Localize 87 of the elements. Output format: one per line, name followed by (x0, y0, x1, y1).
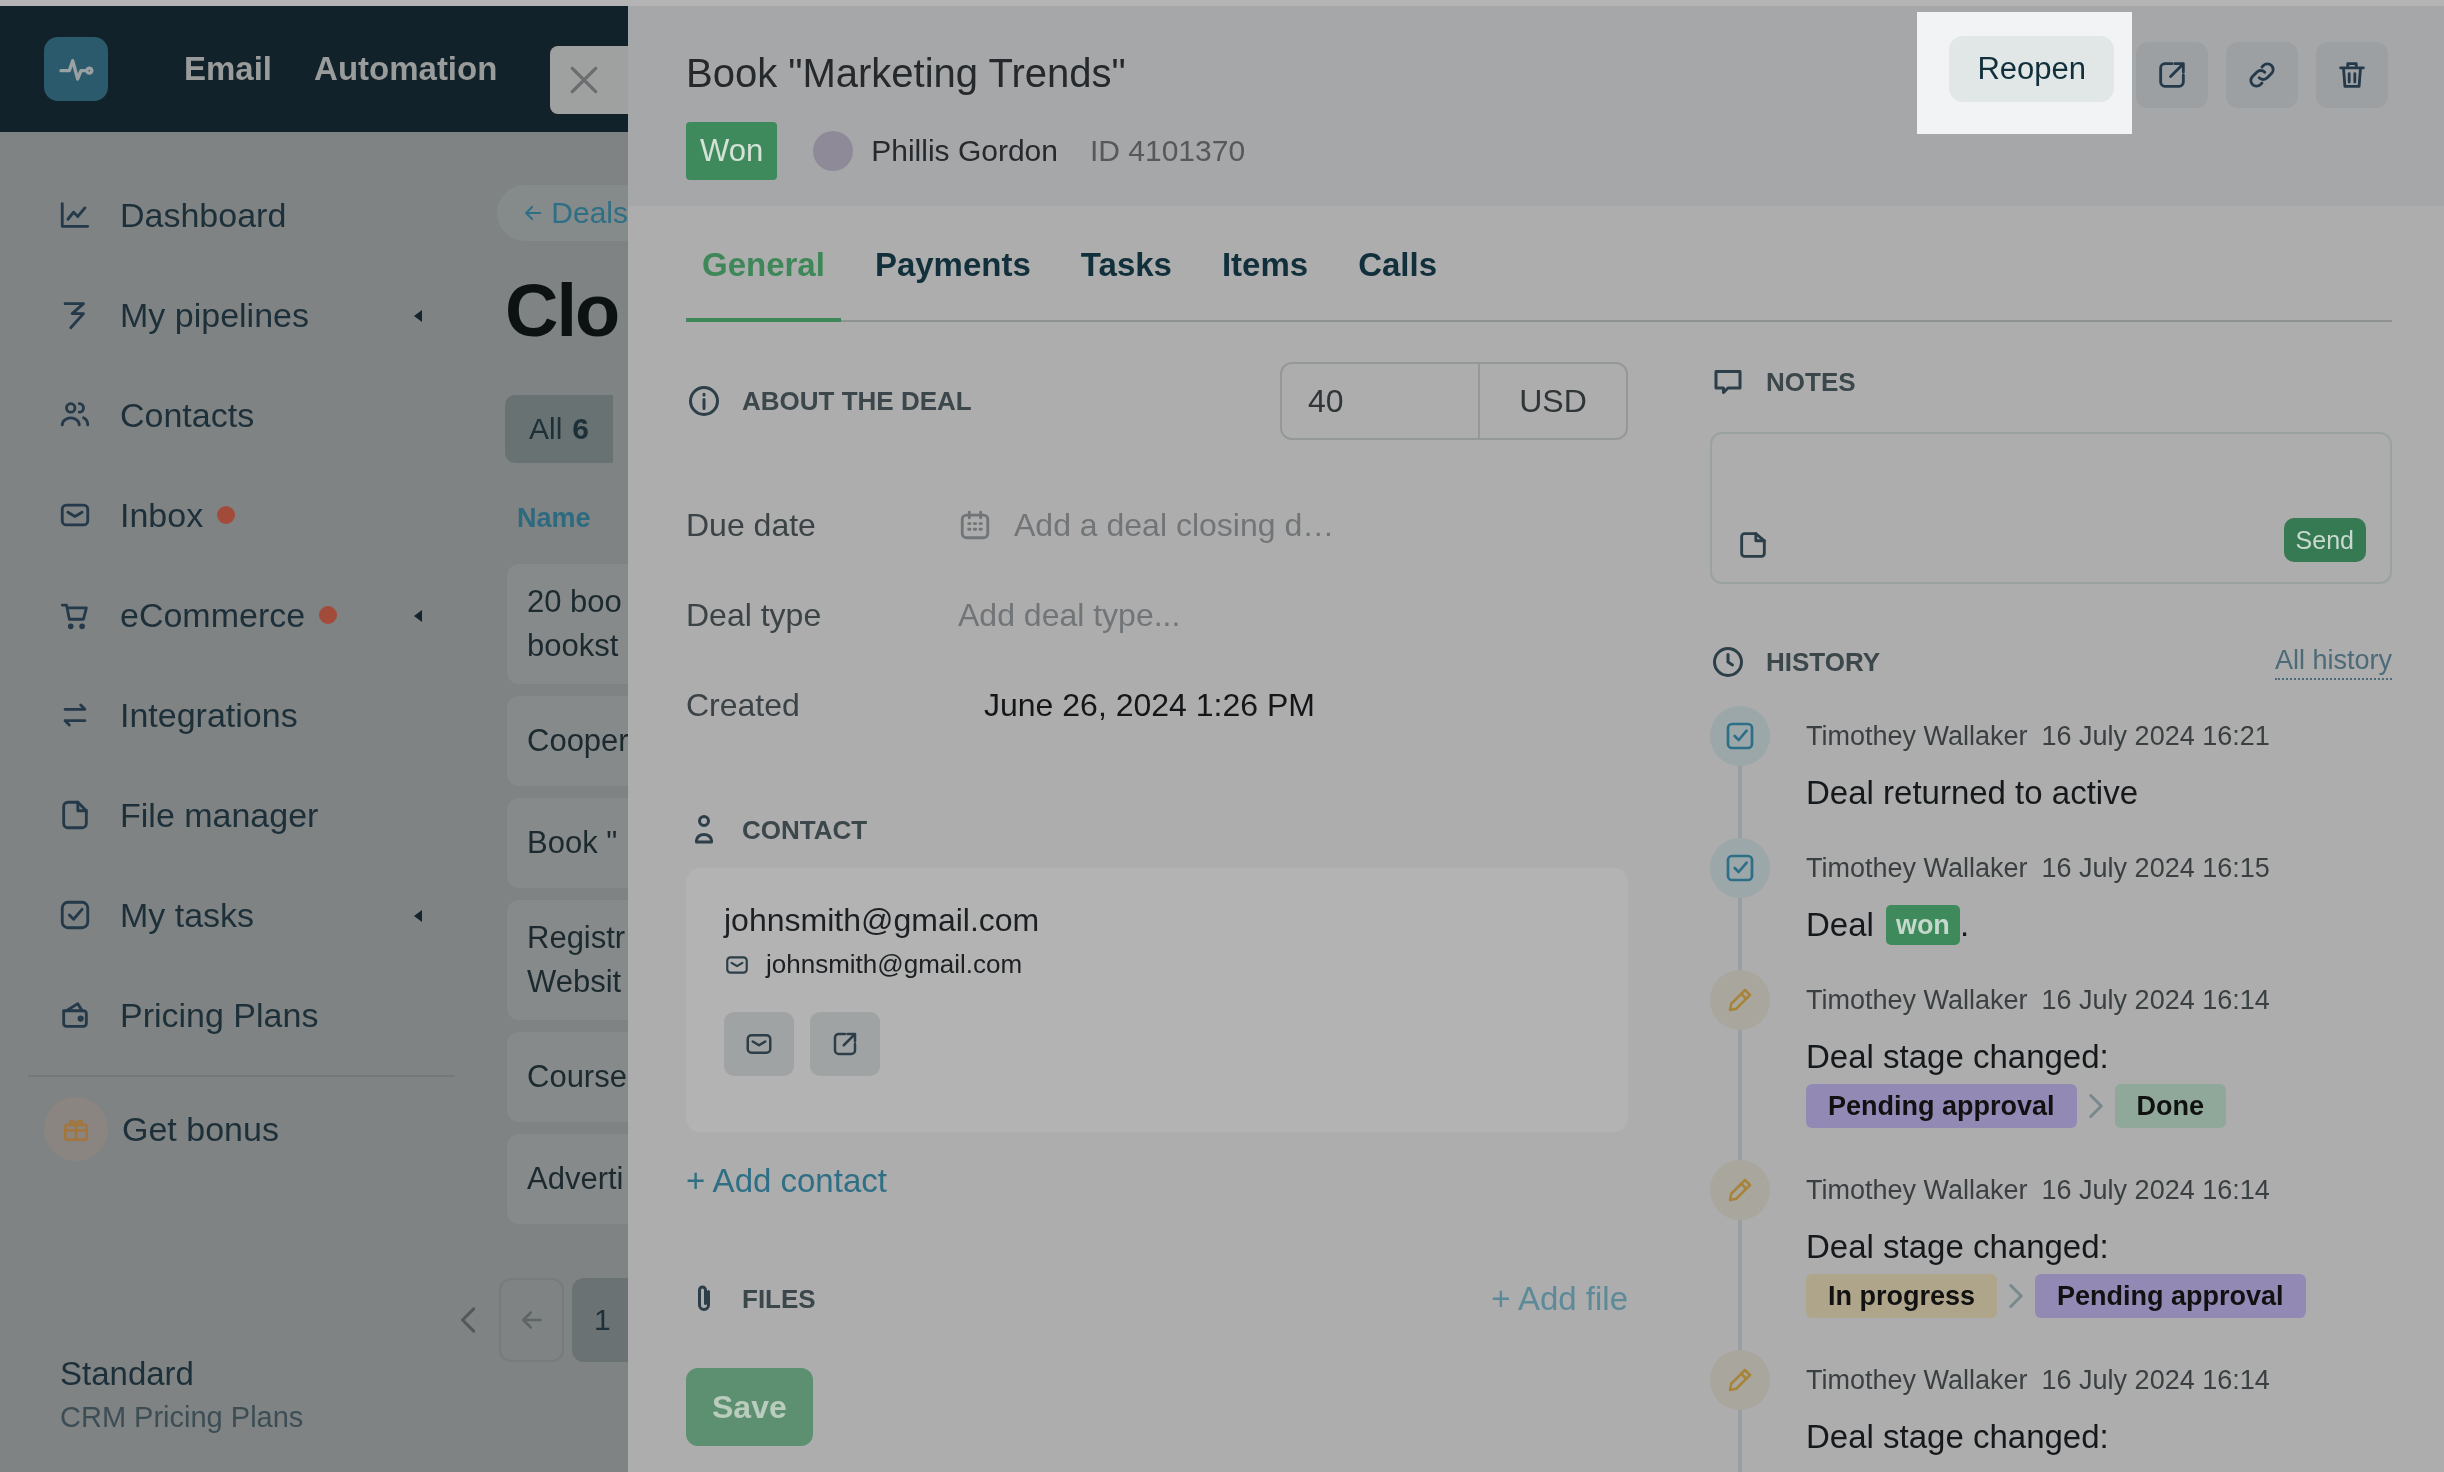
sidebar-item[interactable]: Integrations (0, 665, 440, 765)
tab[interactable]: Tasks (1064, 242, 1188, 322)
deal-row[interactable]: Cooper (507, 696, 628, 786)
sidebar-item[interactable]: Contacts (0, 365, 440, 465)
history-author: Timothey Wallaker (1806, 720, 2028, 753)
history-text: Deal stage changed: (1806, 1417, 2109, 1457)
plan-name: Standard (60, 1355, 195, 1393)
stage-tag: Pending approval (1806, 1084, 2077, 1128)
status-badge: Won (686, 122, 778, 180)
history-time: 16 July 2024 16:15 (2041, 852, 2270, 885)
logo-icon (44, 37, 108, 101)
history-author: Timothey Wallaker (1806, 1364, 2028, 1397)
history-time: 16 July 2024 16:21 (2041, 720, 2270, 753)
history-author: Timothey Wallaker (1806, 984, 2028, 1017)
chevron-right-icon (2009, 1284, 2024, 1308)
owner-name: Phillis Gordon (871, 134, 1058, 168)
section-heading: NOTES (1766, 366, 1856, 398)
send-button[interactable]: Send (2283, 518, 2366, 562)
open-contact-button[interactable] (810, 1012, 880, 1076)
sidebar-item[interactable]: My tasks (0, 865, 440, 965)
history-text: Deal returned to active (1806, 773, 2138, 813)
tab[interactable]: Items (1205, 242, 1325, 322)
sidebar-item[interactable]: eCommerce (0, 565, 440, 665)
chevron-right-icon (2088, 1094, 2103, 1118)
history-text: Deal stage changed: (1806, 1037, 2109, 1077)
filter-tab[interactable]: All 6 (505, 395, 614, 463)
sidebar-item[interactable]: Inbox (0, 465, 440, 565)
stage-tag: In progress (1806, 1274, 1998, 1318)
bonus-link[interactable]: Get bonus (0, 1077, 497, 1181)
deal-row[interactable]: 20 boo bookst (507, 564, 628, 684)
field-value: June 26, 2024 1:26 PM (984, 686, 1315, 724)
deal-row[interactable]: Book " (507, 798, 628, 888)
clock-icon (1710, 644, 1746, 680)
page-button[interactable]: 1 (572, 1278, 628, 1362)
page-title: Clo (505, 268, 619, 354)
nav-link[interactable]: Automation (314, 50, 498, 88)
info-icon (686, 383, 722, 419)
section-heading: CONTACT (742, 814, 868, 846)
open-external-button[interactable] (2136, 42, 2208, 108)
history-text: . (1959, 905, 1970, 945)
deal-row[interactable]: Course (507, 1032, 628, 1122)
tab[interactable]: Payments (858, 242, 1047, 322)
deal-id: ID 4101370 (1089, 134, 1246, 168)
sidebar-item[interactable]: My pipelines (0, 265, 440, 365)
contact-email: johnsmith@gmail.com (766, 949, 1023, 980)
deal-title: Book "Marketing Trends" (686, 50, 1127, 97)
calendar-icon (958, 508, 992, 542)
history-author: Timothey Wallaker (1806, 852, 2028, 885)
avatar-icon (813, 131, 854, 171)
history-author: Timothey Wallaker (1806, 1174, 2028, 1207)
link-button[interactable] (2226, 42, 2298, 108)
delete-button[interactable] (2316, 42, 2388, 108)
reopen-button[interactable]: Reopen (1949, 36, 2114, 102)
add-contact-link[interactable]: + Add contact (686, 1162, 887, 1200)
field-label: Due date (686, 506, 817, 544)
plan-subtitle: CRM Pricing Plans (60, 1401, 305, 1434)
column-header: Name (517, 503, 592, 534)
notes-field[interactable]: Send (1710, 432, 2392, 584)
date-field[interactable]: Add a deal closing d… (1014, 506, 1434, 544)
tab[interactable]: Calls (1342, 242, 1454, 322)
section-heading: ABOUT THE DEAL (742, 385, 972, 417)
field-label: Created (686, 686, 801, 724)
deal-type-field[interactable]: Add deal type... (958, 596, 1378, 634)
stage-tag: Pending approval (2035, 1274, 2306, 1318)
history-time: 16 July 2024 16:14 (2041, 984, 2270, 1017)
sidebar-item[interactable]: Pricing Plans (0, 965, 440, 1065)
stage-tag: Done (2114, 1084, 2227, 1128)
field-label: Deal type (686, 596, 823, 634)
chevron-left-icon (461, 1307, 476, 1333)
nav-link[interactable]: Email (184, 50, 273, 88)
tab[interactable]: General (686, 242, 841, 322)
deal-row[interactable]: Adverti (507, 1134, 628, 1224)
sidebar-item[interactable]: Dashboard (0, 165, 440, 265)
history-text: Deal stage changed: (1806, 1227, 2109, 1267)
deal-row[interactable]: Registr Websit (507, 900, 628, 1020)
all-history-link[interactable]: All history (2274, 644, 2392, 680)
checkbox-icon (58, 898, 92, 932)
section-heading: HISTORY (1766, 646, 1881, 678)
contact-name: johnsmith@gmail.com (724, 902, 1041, 939)
section-heading: FILES (742, 1283, 816, 1315)
history-text: Deal (1806, 905, 1874, 945)
save-button[interactable]: Save (686, 1368, 813, 1446)
history-time: 16 July 2024 16:14 (2041, 1364, 2270, 1397)
history-time: 16 July 2024 16:14 (2041, 1174, 2270, 1207)
sidebar-item[interactable]: File manager (0, 765, 440, 865)
send-email-button[interactable] (724, 1012, 794, 1076)
status-badge: won (1885, 905, 1960, 945)
